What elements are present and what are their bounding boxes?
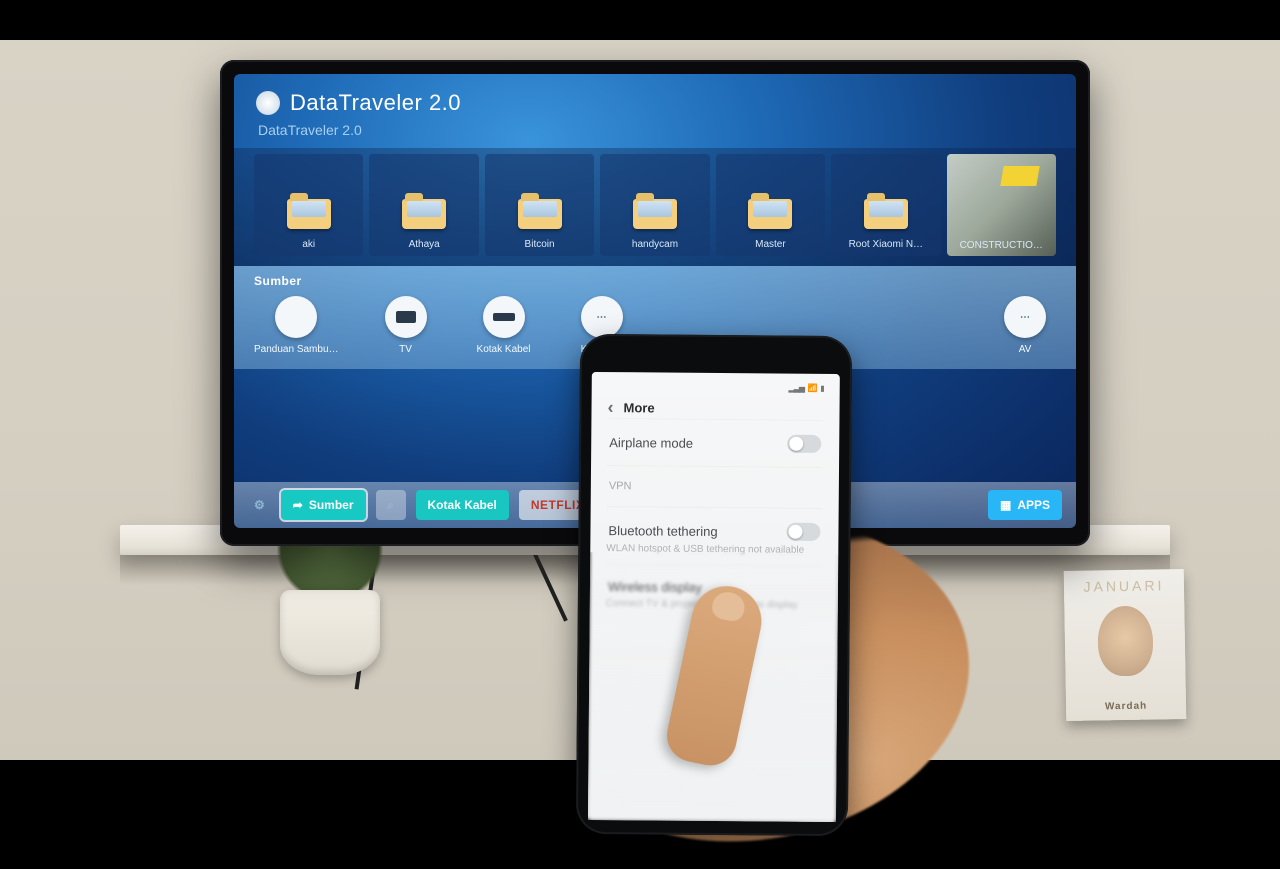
tile-label: Athaya	[409, 239, 440, 250]
magazine-brand: Wardah	[1066, 700, 1186, 713]
tile-label: aki	[302, 239, 315, 250]
search-button[interactable]: ⌕	[376, 490, 406, 520]
circle-icon	[275, 296, 317, 338]
apps-chip[interactable]: ▦ APPS	[988, 490, 1062, 520]
folder-icon	[864, 199, 908, 229]
gear-icon: ⚙	[254, 498, 265, 512]
source-label: Panduan Sambu…	[254, 344, 339, 355]
folder-tile[interactable]: handycam	[600, 154, 709, 256]
folder-icon	[633, 199, 677, 229]
tv-header-subtitle: DataTraveler 2.0	[234, 120, 1076, 148]
folder-icon	[287, 199, 331, 229]
folder-tile[interactable]: Bitcoin	[485, 154, 594, 256]
folder-tile[interactable]: Master	[716, 154, 825, 256]
setting-label: Bluetooth tethering	[608, 523, 717, 539]
room-photo: JANUARI Wardah DataTraveler 2.0 DataTrav…	[0, 40, 1280, 760]
tv-icon	[385, 296, 427, 338]
magazine: JANUARI Wardah	[1064, 569, 1187, 721]
toggle-switch[interactable]	[787, 435, 821, 453]
folder-tile[interactable]: Athaya	[369, 154, 478, 256]
phone-title-row[interactable]: ‹ More	[607, 397, 823, 420]
cable-box-icon	[483, 296, 525, 338]
source-label: AV	[1019, 344, 1032, 355]
chip-label: NETFLIX	[531, 498, 585, 512]
phone-status-bar: ▂▃▅ 📶 ▮	[608, 382, 824, 393]
toggle-switch[interactable]	[786, 523, 820, 541]
setting-airplane-mode[interactable]: Airplane mode	[607, 418, 823, 467]
tile-label: Root Xiaomi N…	[849, 239, 923, 250]
source-item-cable-box[interactable]: Kotak Kabel	[473, 296, 535, 355]
tile-label: Bitcoin	[525, 239, 555, 250]
chip-label: Kotak Kabel	[428, 498, 497, 512]
sumber-chip-selected[interactable]: ➦ Sumber	[281, 490, 366, 520]
folder-icon	[402, 199, 446, 229]
tile-label: Master	[755, 239, 786, 250]
magazine-month: JANUARI	[1072, 577, 1176, 595]
ellipsis-icon: ⋯	[581, 296, 623, 338]
source-item-av[interactable]: ⋯ AV	[994, 296, 1056, 355]
apps-icon: ▦	[1000, 498, 1011, 512]
tv-header-title: DataTraveler 2.0	[290, 90, 461, 116]
search-icon: ⌕	[387, 498, 394, 513]
ellipsis-icon: ⋯	[1004, 296, 1046, 338]
section-label: VPN	[609, 480, 632, 492]
folder-icon	[518, 199, 562, 229]
folder-icon	[748, 199, 792, 229]
chip-label: APPS	[1017, 498, 1050, 512]
back-icon[interactable]: ‹	[607, 397, 613, 418]
phone-page-title: More	[623, 400, 654, 415]
chip-label: Sumber	[309, 498, 354, 512]
kotak-kabel-chip[interactable]: Kotak Kabel	[416, 490, 509, 520]
source-item-guide[interactable]: Panduan Sambu…	[254, 296, 339, 355]
source-icon: ➦	[293, 498, 303, 512]
setting-label: Airplane mode	[609, 435, 693, 451]
usb-drive-icon	[256, 91, 280, 115]
tile-label: CONSTRUCTIO…	[947, 240, 1056, 251]
folder-tile[interactable]: aki	[254, 154, 363, 256]
section-vpn: VPN	[607, 465, 823, 508]
source-label: TV	[399, 344, 412, 355]
sources-title: Sumber	[254, 274, 1056, 288]
settings-button[interactable]: ⚙	[248, 490, 271, 520]
file-tiles-row: aki Athaya Bitcoin handycam Master	[234, 148, 1076, 266]
plant-pot	[280, 570, 380, 680]
source-item-tv[interactable]: TV	[375, 296, 437, 355]
folder-tile[interactable]: Root Xiaomi N…	[831, 154, 940, 256]
tv-header: DataTraveler 2.0	[234, 74, 1076, 120]
tile-label: handycam	[632, 239, 678, 250]
source-label: Kotak Kabel	[477, 344, 531, 355]
video-tile[interactable]: CONSTRUCTIO…	[947, 154, 1056, 256]
